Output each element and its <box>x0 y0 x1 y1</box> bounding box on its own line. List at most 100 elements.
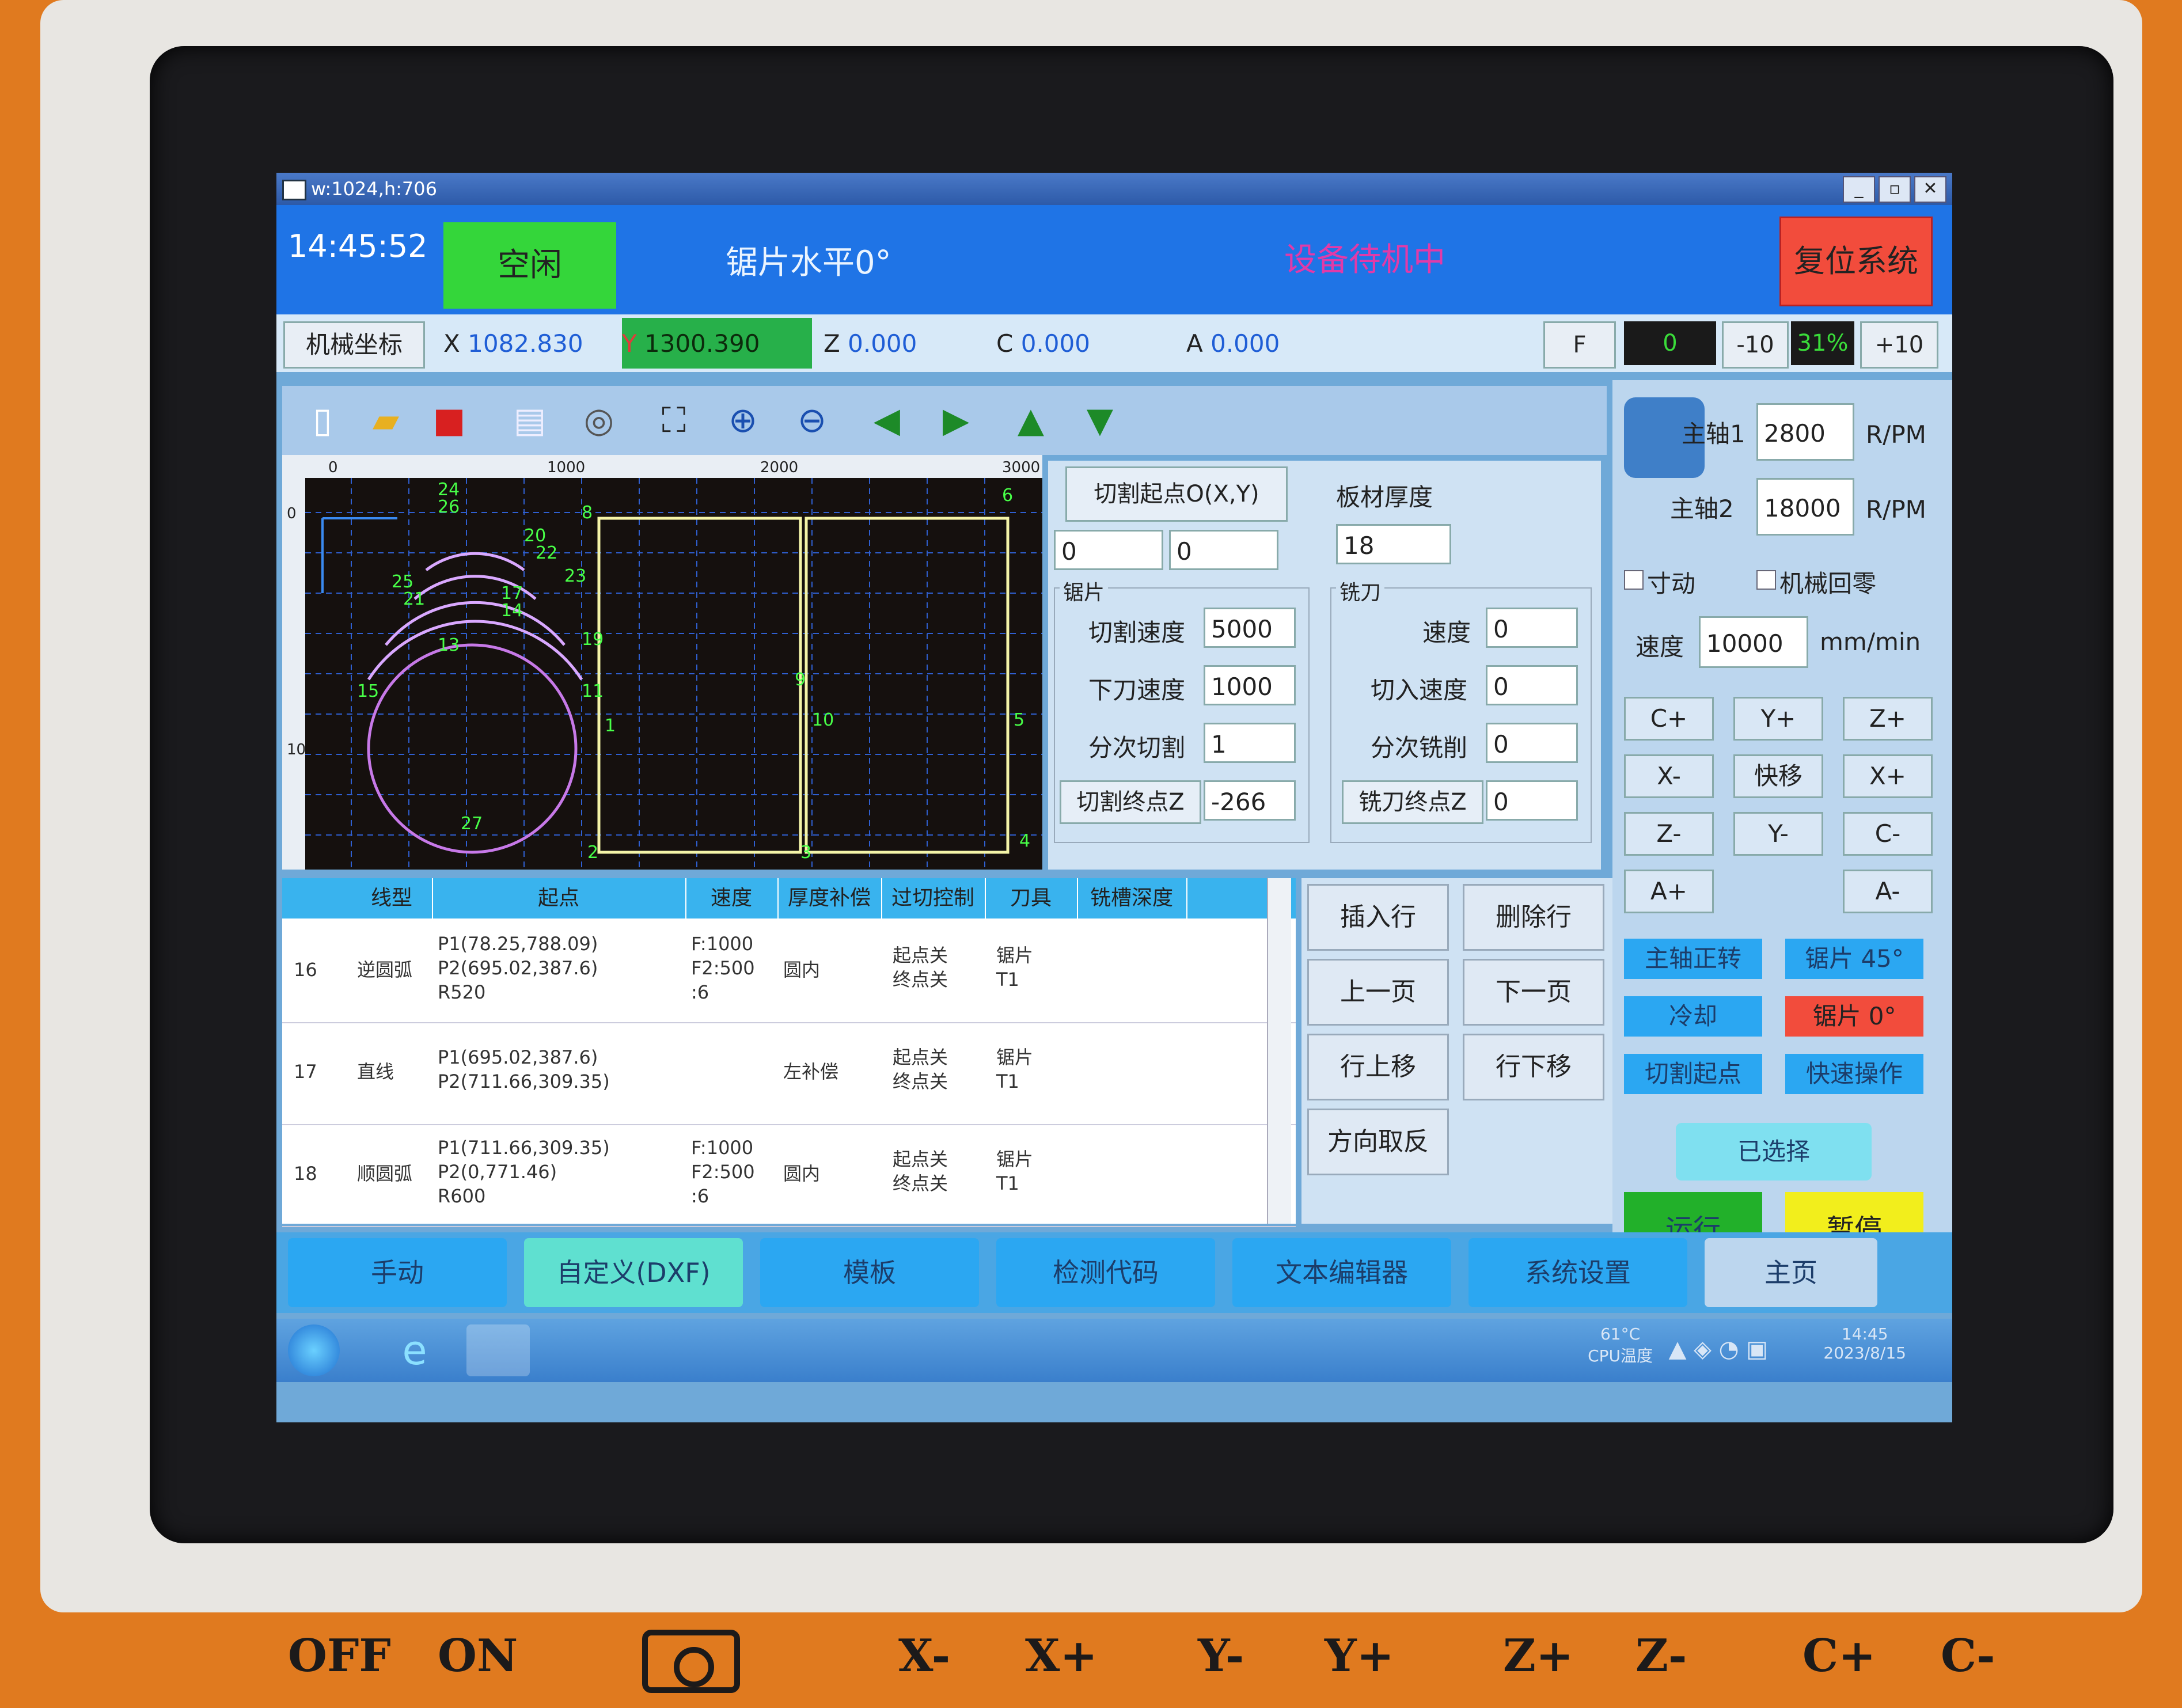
jog-y-minus-button[interactable]: Y- <box>1733 812 1823 856</box>
feed-f-button[interactable]: F <box>1543 321 1616 369</box>
feed-plus-button[interactable]: +10 <box>1860 321 1938 369</box>
phys-key-off[interactable]: OFF <box>288 1630 391 1682</box>
taskbar-app-button[interactable] <box>466 1324 530 1376</box>
reverse-direction-button[interactable]: 方向取反 <box>1307 1109 1449 1175</box>
target-button[interactable]: ◎ <box>570 392 628 449</box>
next-page-button[interactable]: 下一页 <box>1463 959 1604 1026</box>
table-view-button[interactable]: ▤ <box>501 392 559 449</box>
table-scrollbar[interactable] <box>1267 878 1291 1224</box>
mill-end-z-input[interactable]: 0 <box>1486 780 1578 821</box>
jog-y-plus-button[interactable]: Y+ <box>1733 697 1823 741</box>
origin-x-input[interactable]: 0 <box>1054 530 1163 570</box>
save-button[interactable]: ■ <box>420 392 478 449</box>
cut-origin-button[interactable]: 切割起点O(X,Y) <box>1065 466 1288 522</box>
quick-operation-button[interactable]: 快速操作 <box>1785 1054 1923 1094</box>
row-number: 16 <box>294 959 317 981</box>
cut-start-button[interactable]: 切割起点 <box>1624 1054 1762 1094</box>
pan-up-button[interactable]: ▲ <box>1002 392 1060 449</box>
jog-x-plus-button[interactable]: X+ <box>1843 754 1933 798</box>
table-row[interactable]: 16 逆圆弧 P1(78.25,788.09) P2(695.02,387.6)… <box>282 921 1296 1023</box>
machine-coords-button[interactable]: 机械坐标 <box>283 321 425 369</box>
new-file-button[interactable]: ▯ <box>294 392 351 449</box>
delete-row-button[interactable]: 删除行 <box>1463 884 1604 951</box>
mill-end-z-button[interactable]: 铣刀终点Z <box>1342 780 1483 824</box>
row-tool-id: T1 <box>996 1172 1019 1194</box>
cut-end-z-button[interactable]: 切割终点Z <box>1060 780 1201 824</box>
plunge-speed-input[interactable]: 0 <box>1486 665 1578 705</box>
tab-system-settings[interactable]: 系统设置 <box>1468 1238 1687 1307</box>
row-down-button[interactable]: 行下移 <box>1463 1034 1604 1100</box>
row-overcut-start: 起点关 <box>893 1046 948 1068</box>
jog-checkbox[interactable] <box>1624 570 1644 590</box>
spindle1-input[interactable]: 2800 <box>1756 403 1854 461</box>
phys-key-z-plus[interactable]: Z+ <box>1503 1630 1573 1682</box>
spindle-forward-button[interactable]: 主轴正转 <box>1624 939 1762 979</box>
spindle2-input[interactable]: 18000 <box>1756 478 1854 536</box>
jog-speed-input[interactable]: 10000 <box>1699 616 1808 668</box>
col-header: 线型 <box>351 878 433 918</box>
row-speed2: F2:500 <box>691 957 755 979</box>
close-button[interactable]: ✕ <box>1914 176 1946 203</box>
jog-speed-label: 速度 <box>1635 633 1684 661</box>
minimize-button[interactable]: _ <box>1843 176 1875 203</box>
down-speed-input[interactable]: 1000 <box>1204 665 1296 705</box>
insert-row-button[interactable]: 插入行 <box>1307 884 1449 951</box>
start-button[interactable] <box>288 1324 340 1376</box>
phys-key-x-plus[interactable]: X+ <box>1025 1630 1098 1682</box>
jog-z-plus-button[interactable]: Z+ <box>1843 697 1933 741</box>
multi-mill-input[interactable]: 0 <box>1486 723 1578 763</box>
table-row[interactable]: 17 直线 P1(695.02,387.6) P2(711.66,309.35)… <box>282 1023 1296 1125</box>
phys-key-z-minus[interactable]: Z- <box>1635 1630 1687 1682</box>
cut-end-z-input[interactable]: -266 <box>1204 780 1296 821</box>
tab-text-editor[interactable]: 文本编辑器 <box>1232 1238 1451 1307</box>
rapid-button[interactable]: 快移 <box>1733 754 1823 798</box>
table-row[interactable]: 18 顺圆弧 P1(711.66,309.35) P2(0,771.46) R6… <box>282 1125 1296 1227</box>
origin-y-input[interactable]: 0 <box>1169 530 1278 570</box>
cut-speed-input[interactable]: 5000 <box>1204 608 1296 648</box>
system-tray-icons[interactable]: ▲ ◈ ◔ ▣ <box>1669 1336 1768 1362</box>
prev-page-button[interactable]: 上一页 <box>1307 959 1449 1026</box>
reset-system-button[interactable]: 复位系统 <box>1779 217 1933 306</box>
tab-manual[interactable]: 手动 <box>288 1238 507 1307</box>
phys-key-c-plus[interactable]: C+ <box>1802 1630 1876 1682</box>
multi-cut-input[interactable]: 1 <box>1204 723 1296 763</box>
pan-left-button[interactable]: ◀ <box>858 392 916 449</box>
fit-view-button[interactable]: ⛶ <box>645 392 703 449</box>
feed-minus-button[interactable]: -10 <box>1722 321 1789 369</box>
jog-speed-unit: mm/min <box>1820 628 1921 656</box>
coolant-button[interactable]: 冷却 <box>1624 996 1762 1037</box>
pan-down-button[interactable]: ▼ <box>1071 392 1129 449</box>
jog-c-plus-button[interactable]: C+ <box>1624 697 1714 741</box>
phys-key-y-plus[interactable]: Y+ <box>1325 1630 1394 1682</box>
jog-a-plus-button[interactable]: A+ <box>1624 870 1714 913</box>
saw-45-button[interactable]: 锯片 45° <box>1785 939 1923 979</box>
maximize-button[interactable]: ▫ <box>1879 176 1911 203</box>
phys-key-on[interactable]: ON <box>438 1630 518 1682</box>
saw-0-button[interactable]: 锯片 0° <box>1785 996 1923 1037</box>
tab-check-code[interactable]: 检测代码 <box>996 1238 1215 1307</box>
taskbar-clock[interactable]: 14:45 2023/8/15 <box>1823 1324 1906 1362</box>
tab-home[interactable]: 主页 <box>1705 1238 1877 1307</box>
jog-a-minus-button[interactable]: A- <box>1843 870 1933 913</box>
ie-icon[interactable]: e <box>392 1327 438 1373</box>
phys-key-y-minus[interactable]: Y- <box>1198 1630 1244 1682</box>
zoom-in-button[interactable]: ⊕ <box>714 392 772 449</box>
home-checkbox[interactable] <box>1756 570 1776 590</box>
tab-custom-dxf[interactable]: 自定义(DXF) <box>524 1238 743 1307</box>
open-file-button[interactable]: ▰ <box>357 392 415 449</box>
drawing-canvas[interactable]: 0 1000 2000 3000 0 1000 <box>282 455 1042 870</box>
jog-z-minus-button[interactable]: Z- <box>1624 812 1714 856</box>
jog-x-minus-button[interactable]: X- <box>1624 754 1714 798</box>
pan-right-button[interactable]: ▶ <box>927 392 985 449</box>
mill-speed-input[interactable]: 0 <box>1486 608 1578 648</box>
phys-key-x-minus[interactable]: X- <box>898 1630 950 1682</box>
table-icon: ▤ <box>513 400 547 441</box>
phys-key-c-minus[interactable]: C- <box>1941 1630 1995 1682</box>
row-up-button[interactable]: 行上移 <box>1307 1034 1449 1100</box>
selected-button[interactable]: 已选择 <box>1676 1123 1872 1181</box>
phys-spindle-icon[interactable] <box>642 1630 740 1693</box>
jog-c-minus-button[interactable]: C- <box>1843 812 1933 856</box>
zoom-out-button[interactable]: ⊖ <box>783 392 841 449</box>
thickness-input[interactable]: 18 <box>1336 524 1451 564</box>
tab-template[interactable]: 模板 <box>760 1238 979 1307</box>
